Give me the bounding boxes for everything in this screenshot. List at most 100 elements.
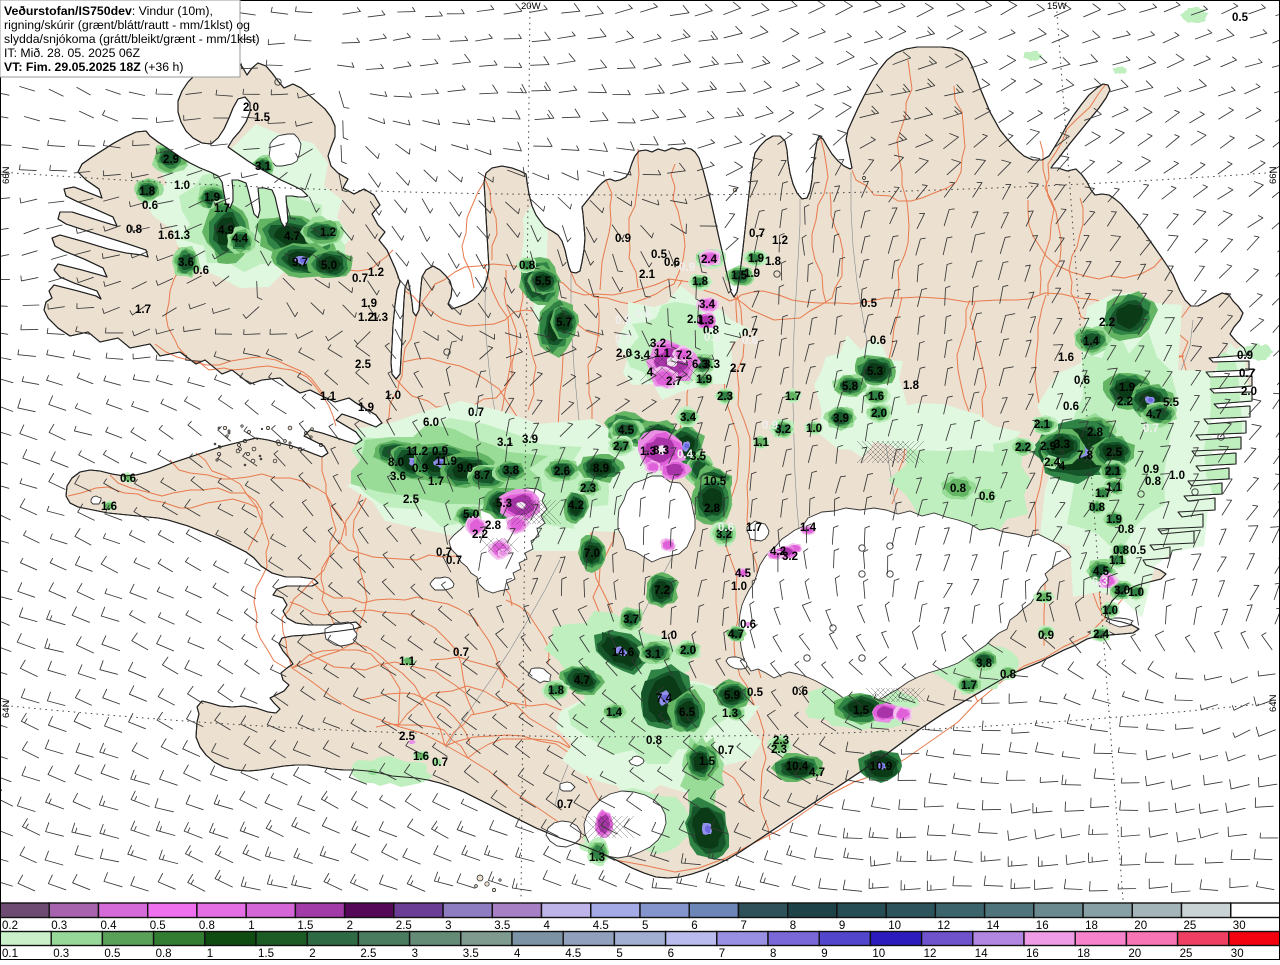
svg-text:0.7: 0.7 [718,745,734,757]
svg-text:4: 4 [1059,461,1066,473]
svg-text:5.0: 5.0 [321,260,337,272]
svg-text:1.1: 1.1 [399,656,416,668]
svg-text:1.9: 1.9 [748,253,764,265]
svg-text:1.9: 1.9 [696,374,712,386]
svg-text:0.6: 0.6 [870,335,886,347]
svg-text:66N: 66N [1,166,12,184]
svg-text:4.7: 4.7 [574,675,590,687]
svg-text:3.9: 3.9 [833,413,849,425]
svg-text:3.6: 3.6 [178,257,194,269]
svg-text:8.9: 8.9 [593,463,609,475]
svg-text:slydda/snjókoma (grátt/bleikt/: slydda/snjókoma (grátt/bleikt/grænt - mm… [4,32,260,46]
svg-text:7.8: 7.8 [1077,450,1094,462]
svg-text:0.4: 0.4 [677,449,694,461]
svg-text:2.5: 2.5 [403,494,420,506]
svg-text:1.9: 1.9 [1119,382,1135,394]
svg-text:6: 6 [691,920,697,932]
svg-text:3.8: 3.8 [503,465,520,477]
svg-text:0.6: 0.6 [792,686,808,698]
svg-text:1.1: 1.1 [753,437,770,449]
svg-text:2.4: 2.4 [1093,629,1110,641]
svg-text:3.5: 3.5 [494,920,510,932]
svg-text:7.2: 7.2 [654,585,670,597]
svg-text:10: 10 [888,920,901,932]
svg-text:4: 4 [544,920,551,932]
svg-text:0.9: 0.9 [1038,630,1054,642]
svg-text:1.6: 1.6 [101,501,117,513]
svg-text:0.8: 0.8 [950,483,967,495]
svg-text:2.0: 2.0 [616,348,632,360]
svg-text:8.0: 8.0 [388,457,404,469]
svg-text:4.7: 4.7 [284,231,300,243]
svg-text:0.7: 0.7 [1143,423,1159,435]
svg-text:1.4: 1.4 [1083,336,1100,348]
svg-text:1.2: 1.2 [772,235,788,247]
svg-text:0.9: 0.9 [615,315,631,327]
svg-text:1.2: 1.2 [368,267,384,279]
svg-text:0.7: 0.7 [453,647,469,659]
svg-text:0.7: 0.7 [432,757,448,769]
svg-text:16: 16 [1036,920,1049,932]
svg-text:0.5: 0.5 [104,948,120,960]
svg-text:4: 4 [647,367,654,379]
svg-text:1.5: 1.5 [258,948,274,960]
svg-text:1.7: 1.7 [746,522,762,534]
svg-text:3.5: 3.5 [463,948,479,960]
svg-text:0.5: 0.5 [1130,545,1147,557]
svg-text:2.9: 2.9 [163,154,179,166]
svg-text:2.5: 2.5 [360,948,376,960]
svg-text:1.3: 1.3 [640,446,656,458]
svg-text:1.7: 1.7 [785,391,801,403]
svg-text:0.1: 0.1 [2,948,18,960]
svg-text:2.7: 2.7 [613,441,629,453]
svg-text:2.7: 2.7 [666,376,682,388]
svg-text:IT: Mið. 28. 05. 2025 06Z: IT: Mið. 28. 05. 2025 06Z [4,46,141,60]
svg-text:0.7: 0.7 [446,555,462,567]
svg-text:6.3: 6.3 [1092,576,1108,588]
svg-text:0.8: 0.8 [1145,476,1162,488]
svg-text:7.4: 7.4 [656,693,673,705]
svg-text:3.4: 3.4 [680,412,697,424]
svg-text:0.7: 0.7 [615,334,631,346]
svg-text:2.5: 2.5 [396,920,412,932]
svg-text:16: 16 [1026,948,1039,960]
svg-text:12: 12 [924,948,937,960]
svg-text:2.5: 2.5 [399,731,416,743]
svg-text:0.7: 0.7 [468,407,484,419]
svg-text:3.1: 3.1 [255,161,272,173]
svg-text:9: 9 [821,948,827,960]
svg-text:1.0: 1.0 [385,390,401,402]
svg-text:12: 12 [937,920,950,932]
svg-text:0.6: 0.6 [718,522,734,534]
svg-text:2.7: 2.7 [730,363,746,375]
svg-text:0.3: 0.3 [53,948,69,960]
svg-text:3.1: 3.1 [645,649,662,661]
svg-text:1.6: 1.6 [413,751,429,763]
svg-text:1.8: 1.8 [548,685,565,697]
svg-text:0.8: 0.8 [156,948,172,960]
svg-text:0.6: 0.6 [664,257,680,269]
svg-text:9.7: 9.7 [292,257,308,269]
svg-text:0.8: 0.8 [519,260,536,272]
svg-text:30: 30 [1231,948,1244,960]
svg-text:5.8: 5.8 [842,381,859,393]
svg-text:5.5: 5.5 [535,276,552,288]
svg-text:1.5: 1.5 [297,920,313,932]
svg-text:2: 2 [347,920,353,932]
svg-text:2.1: 2.1 [1105,466,1122,478]
svg-text:6.5: 6.5 [679,707,696,719]
svg-text:1.7: 1.7 [214,203,230,215]
svg-text:64N: 64N [1268,694,1279,712]
svg-text:0.2: 0.2 [2,920,18,932]
svg-text:3.4: 3.4 [634,350,651,362]
svg-text:0.8: 0.8 [1089,502,1106,514]
svg-text:1.5: 1.5 [699,756,716,768]
svg-text:3: 3 [445,920,451,932]
svg-text:0.6: 0.6 [120,473,136,485]
svg-text:0.8: 0.8 [1000,669,1017,681]
svg-text:25: 25 [1184,920,1197,932]
svg-text:1.7: 1.7 [135,304,151,316]
svg-text:64N: 64N [1,700,12,718]
svg-text:2.2: 2.2 [1099,317,1115,329]
svg-text:0.5: 0.5 [861,298,878,310]
